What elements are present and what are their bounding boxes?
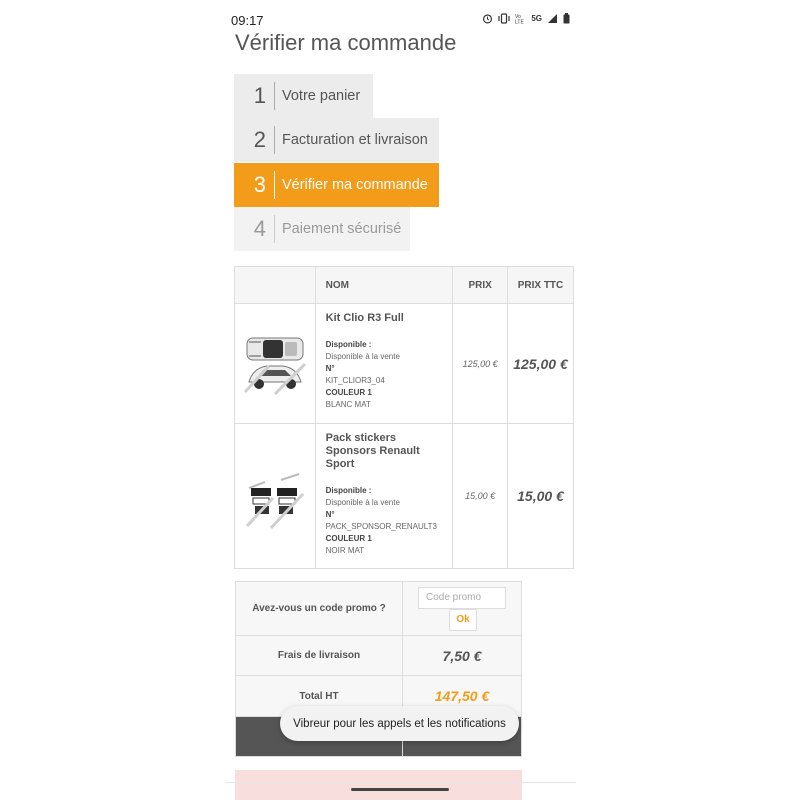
name-column-header: NOM xyxy=(314,266,454,304)
signal-icon xyxy=(548,14,557,23)
vibrate-icon xyxy=(498,13,510,24)
availability-value: Disponible à la vente xyxy=(325,352,400,361)
status-icons: Vo LTE 5G xyxy=(482,13,570,24)
total-price: 125,00 € xyxy=(506,303,575,424)
svg-text:LTE: LTE xyxy=(515,20,524,25)
cart-item-row: Pack stickers Sponsors Renault Sport Dis… xyxy=(234,423,575,569)
cart-table: NOM PRIX PRIX TTC Kit Clio R3 Full Dispo… xyxy=(234,266,575,569)
page-title: Vérifier ma commande xyxy=(235,30,457,55)
cart-header-row: NOM PRIX PRIX TTC xyxy=(234,266,575,304)
availability-label: Disponible : xyxy=(325,486,372,495)
image-column-header xyxy=(234,266,316,304)
total-price: 15,00 € xyxy=(506,423,575,569)
shipping-row: Frais de livraison 7,50 € xyxy=(235,635,522,676)
promo-row: Avez-vous un code promo ? Code promoOk xyxy=(235,581,522,636)
step-label: Votre panier xyxy=(282,88,361,104)
step-label: Paiement sécurisé xyxy=(282,221,402,237)
ref-value: KIT_CLIOR3_04 xyxy=(325,376,385,385)
product-name[interactable]: Kit Clio R3 Full xyxy=(326,312,447,325)
ref-label: N° xyxy=(325,364,335,373)
home-gesture-bar[interactable] xyxy=(351,788,449,791)
product-name[interactable]: Pack stickers Sponsors Renault Sport xyxy=(326,432,447,471)
alarm-icon xyxy=(483,14,493,24)
color-value: BLANC MAT xyxy=(325,400,371,409)
5g-icon: 5G xyxy=(531,14,542,23)
price-ttc-column-header: PRIX TTC xyxy=(506,266,575,304)
promo-code-input[interactable]: Code promo xyxy=(418,586,506,609)
step-verify-order[interactable]: 3 Vérifier ma commande xyxy=(234,163,439,207)
cart-item-row: Kit Clio R3 Full Disponible : Disponible… xyxy=(234,303,575,424)
step-number: 3 xyxy=(242,171,275,199)
color-label: COULEUR 1 xyxy=(325,534,372,543)
shipping-value: 7,50 € xyxy=(402,635,522,676)
step-number: 4 xyxy=(242,215,275,243)
unit-price: 15,00 € xyxy=(452,423,508,569)
product-image-cell xyxy=(234,303,316,424)
promo-label: Avez-vous un code promo ? xyxy=(235,581,403,636)
step-label: Vérifier ma commande xyxy=(282,177,428,193)
vibrate-toast: Vibreur pour les appels et les notificat… xyxy=(280,706,519,741)
availability-value: Disponible à la vente xyxy=(325,498,400,507)
battery-icon xyxy=(563,13,570,24)
ref-label: N° xyxy=(325,510,335,519)
product-info-cell: Pack stickers Sponsors Renault Sport Dis… xyxy=(314,423,454,569)
step-billing-shipping[interactable]: 2 Facturation et livraison xyxy=(234,118,439,162)
step-number: 1 xyxy=(242,82,275,110)
step-number: 2 xyxy=(242,126,275,154)
volte-icon: VoLTE xyxy=(515,14,524,25)
status-time: 09:17 xyxy=(231,13,264,28)
alert-banner xyxy=(235,770,522,800)
shipping-label: Frais de livraison xyxy=(235,635,403,676)
step-label: Facturation et livraison xyxy=(282,132,428,148)
car-stickers-image[interactable] xyxy=(241,330,309,398)
unit-price: 125,00 € xyxy=(452,303,508,424)
phone-screen: 09:17 Vo LTE 5G Vérifier ma commande 1 Vo… xyxy=(225,0,576,800)
price-column-header: PRIX xyxy=(452,266,508,304)
step-secure-payment[interactable]: 4 Paiement sécurisé xyxy=(234,207,410,251)
availability-label: Disponible : xyxy=(325,340,372,349)
nav-divider xyxy=(225,782,576,783)
color-label: COULEUR 1 xyxy=(325,388,372,397)
ref-value: PACK_SPONSOR_RENAULT3 xyxy=(325,522,437,531)
promo-cell: Code promoOk xyxy=(402,581,522,636)
product-info-cell: Kit Clio R3 Full Disponible : Disponible… xyxy=(314,303,454,424)
product-image-cell xyxy=(234,423,316,569)
promo-ok-button[interactable]: Ok xyxy=(449,608,477,631)
sponsor-stickers-image[interactable] xyxy=(241,462,309,530)
step-cart[interactable]: 1 Votre panier xyxy=(234,74,373,118)
color-value: NOIR MAT xyxy=(325,546,365,555)
